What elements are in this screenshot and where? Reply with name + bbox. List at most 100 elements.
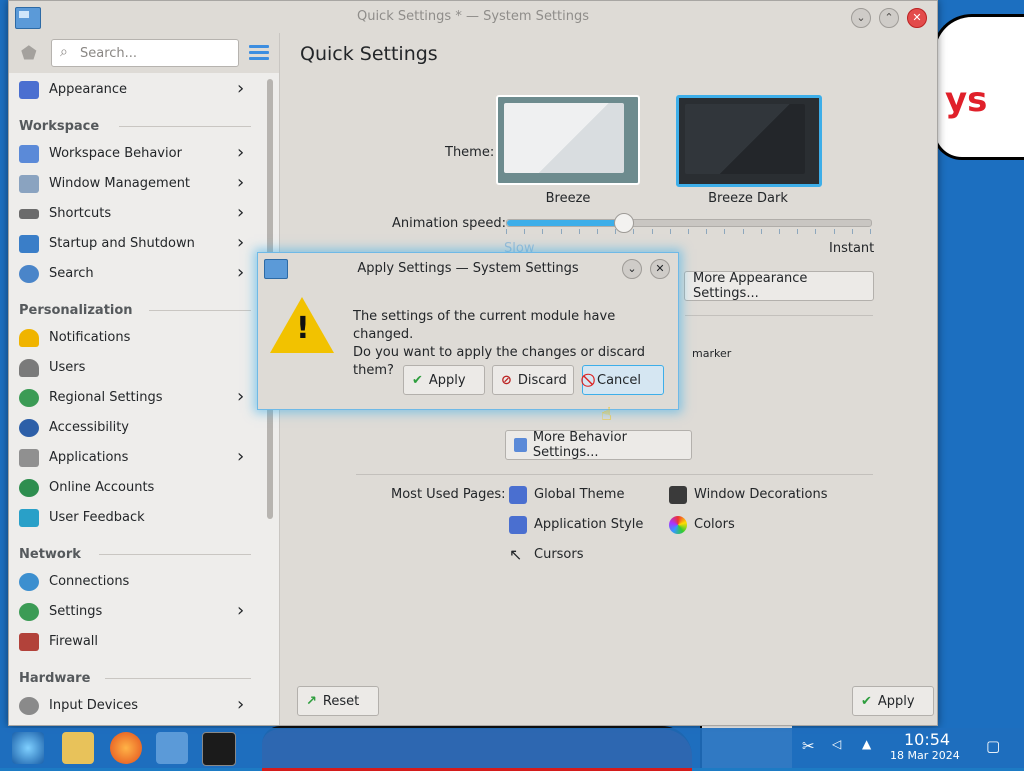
dialog-message-line: The settings of the current module have …: [353, 309, 616, 342]
slider-tick: [797, 229, 799, 234]
section-workspace: Workspace: [19, 119, 100, 134]
section-hardware: Hardware: [19, 671, 91, 686]
tray-expand-icon[interactable]: ▲: [862, 737, 871, 751]
apply-label: Apply: [877, 693, 915, 709]
theme-thumbnail-breeze[interactable]: [496, 95, 640, 185]
sidebar-item-startup-and-shutdown[interactable]: Startup and Shutdown ›: [9, 229, 259, 259]
sidebar-item-firewall[interactable]: Firewall: [9, 627, 259, 657]
search-input[interactable]: [78, 43, 232, 63]
sidebar-item-appearance[interactable]: Appearance ›: [9, 75, 259, 105]
sidebar-item-user-feedback[interactable]: User Feedback: [9, 503, 259, 533]
warning-exclamation: !: [296, 311, 310, 346]
chevron-right-icon: ›: [237, 262, 245, 283]
more-appearance-settings-button[interactable]: More Appearance Settings...: [684, 271, 874, 301]
dialog-cancel-label: Cancel: [597, 372, 642, 388]
slider-tick: [560, 229, 562, 234]
sidebar-toolbar: ⬟ ⌕: [9, 33, 279, 73]
dialog-title: Apply Settings — System Settings: [357, 261, 579, 276]
title-bar[interactable]: Quick Settings * — System Settings ⌄ ⌃ ✕: [9, 1, 937, 33]
search-settings-icon: [19, 265, 39, 283]
clock-date[interactable]: 18 Mar 2024: [890, 749, 960, 762]
sidebar-item-connections[interactable]: Connections: [9, 567, 259, 597]
sidebar-item-regional-settings[interactable]: Regional Settings ›: [9, 383, 259, 413]
sidebar-item-label: Input Devices: [49, 698, 139, 713]
global-theme-icon: [509, 486, 527, 504]
slider-tick: [524, 229, 526, 234]
show-desktop-icon[interactable]: ▢: [986, 737, 1000, 755]
sidebar-item-label: Workspace Behavior: [49, 146, 182, 161]
dialog-discard-button[interactable]: ⊘ Discard: [492, 365, 574, 395]
most-used-label: Most Used Pages:: [391, 487, 506, 502]
slider-tick: [633, 229, 635, 234]
maximize-icon[interactable]: ⌃: [879, 8, 899, 28]
slider-fill: [507, 220, 624, 226]
sidebar-item-online-accounts[interactable]: Online Accounts: [9, 473, 259, 503]
more-behavior-settings-button[interactable]: More Behavior Settings...: [505, 430, 692, 460]
window-decorations-icon: [669, 486, 687, 504]
file-manager-icon[interactable]: [62, 732, 94, 764]
volume-icon[interactable]: ◁: [832, 737, 841, 751]
sidebar-item-label: Notifications: [49, 330, 131, 345]
sidebar-item-label: Applications: [49, 450, 129, 465]
divider: [356, 474, 873, 475]
terminal-icon[interactable]: [202, 732, 236, 766]
search-field[interactable]: ⌕: [51, 39, 239, 67]
discard-icon: ⊘: [501, 372, 512, 388]
apply-button[interactable]: ✔ Apply: [852, 686, 934, 716]
most-used-label-text: Window Decorations: [694, 487, 828, 502]
sidebar-item-network-settings[interactable]: Settings ›: [9, 597, 259, 627]
online-accounts-icon: [19, 479, 39, 497]
theme-label: Theme:: [445, 145, 495, 160]
connections-icon: [19, 573, 39, 591]
minimize-icon[interactable]: ⌄: [622, 259, 642, 279]
globe-icon: [19, 389, 39, 407]
start-menu-icon[interactable]: [12, 732, 44, 764]
sidebar-item-shortcuts[interactable]: Shortcuts ›: [9, 199, 259, 229]
sidebar-item-window-management[interactable]: Window Management ›: [9, 169, 259, 199]
sidebar-item-workspace-behavior[interactable]: Workspace Behavior ›: [9, 139, 259, 169]
sidebar-item-search[interactable]: Search ›: [9, 259, 259, 289]
sidebar-item-label: Online Accounts: [49, 480, 155, 495]
sidebar-item-label: Search: [49, 266, 94, 281]
slider-tick: [651, 229, 653, 234]
hamburger-menu-icon[interactable]: [249, 45, 269, 61]
animation-speed-slider[interactable]: [506, 213, 872, 233]
dialog-discard-label: Discard: [517, 372, 567, 388]
close-icon[interactable]: ✕: [907, 8, 927, 28]
scissors-icon[interactable]: ✂: [802, 737, 815, 755]
divider: [149, 310, 251, 311]
divider: [99, 554, 251, 555]
firefox-icon[interactable]: [110, 732, 142, 764]
system-settings-taskbar-icon[interactable]: [156, 732, 188, 764]
slider-tick: [597, 229, 598, 234]
dialog-apply-button[interactable]: ✔ Apply: [403, 365, 485, 395]
sidebar-item-applications[interactable]: Applications ›: [9, 443, 259, 473]
page-title: Quick Settings: [300, 43, 438, 65]
close-icon[interactable]: ✕: [650, 259, 670, 279]
sidebar-item-input-devices[interactable]: Input Devices ›: [9, 691, 259, 721]
sidebar-item-label: User Feedback: [49, 510, 145, 525]
back-icon[interactable]: ⬟: [21, 43, 41, 64]
most-used-label-text: Application Style: [534, 517, 644, 532]
sidebar-item-notifications[interactable]: Notifications: [9, 323, 259, 353]
workspace-behavior-icon: [514, 438, 527, 452]
applications-icon: [19, 449, 39, 467]
startup-shutdown-icon: [19, 235, 39, 253]
reset-button[interactable]: ↗ Reset: [297, 686, 379, 716]
reset-label: Reset: [322, 693, 360, 709]
chevron-right-icon: ›: [237, 446, 245, 467]
minimize-icon[interactable]: ⌄: [851, 8, 871, 28]
slider-ticks: [506, 229, 871, 235]
section-personalization: Personalization: [19, 303, 133, 318]
clock-time[interactable]: 10:54: [904, 730, 950, 749]
taskbar: ✂ ◁ ▲ 10:54 18 Mar 2024 ▢: [0, 728, 1024, 768]
apply-settings-dialog: Apply Settings — System Settings ⌄ ✕ ! T…: [257, 252, 679, 410]
sidebar-item-label: Users: [49, 360, 86, 375]
marker-text: marker: [692, 347, 732, 360]
mouse-icon: [19, 697, 39, 715]
sidebar-item-users[interactable]: Users: [9, 353, 259, 383]
dialog-cancel-button[interactable]: ⃠ Cancel: [582, 365, 664, 395]
chevron-right-icon: ›: [237, 142, 245, 163]
sidebar-item-accessibility[interactable]: Accessibility: [9, 413, 259, 443]
theme-thumbnail-breeze-dark[interactable]: [676, 95, 822, 187]
